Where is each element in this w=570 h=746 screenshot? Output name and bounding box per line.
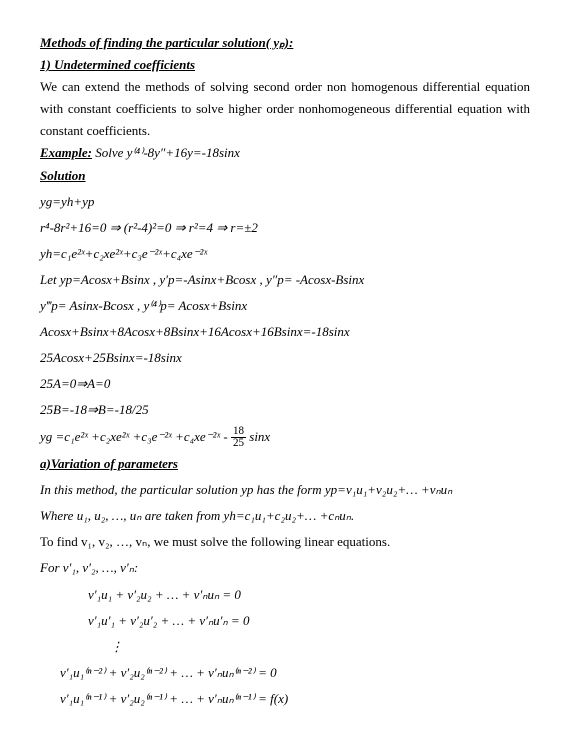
system-vdots: ⋮ xyxy=(110,636,530,658)
step-6: Acosx+Bsinx+8Acosx+8Bsinx+16Acosx+16Bsin… xyxy=(40,321,530,343)
section-1-title: 1) Undetermined coefficients xyxy=(40,54,530,76)
system-eq-1: v′₁u₁ + v′₂u₂ + … + v′ₙuₙ = 0 xyxy=(88,584,530,606)
step-10-lhs: yg =c₁e²ˣ +c₂xe²ˣ +c₃e⁻²ˣ +c₄xe⁻²ˣ - xyxy=(40,429,228,444)
example-line: Example: Solve y⁽⁴⁾-8y″+16y=-18sinx xyxy=(40,142,530,164)
var-para-2: Where u₁, u₂, …, uₙ are taken from yh=c₁… xyxy=(40,505,530,527)
step-3: yh=c₁e²ˣ+c₂xe²ˣ+c₃e⁻²ˣ+c₄xe⁻²ˣ xyxy=(40,243,530,265)
var-para-4: For v′₁, v′₂, …, v′ₙ: xyxy=(40,557,530,579)
system-eq-4: v′₁u₁⁽ⁿ⁻¹⁾ + v′₂u₂⁽ⁿ⁻¹⁾ + … + v′ₙuₙ⁽ⁿ⁻¹⁾… xyxy=(60,688,530,710)
fraction-18-25: 18 25 xyxy=(231,426,246,449)
step-8: 25A=0⇒A=0 xyxy=(40,373,530,395)
page-title: Methods of finding the particular soluti… xyxy=(40,32,530,54)
step-1: yg=yh+yp xyxy=(40,191,530,213)
fraction-den: 25 xyxy=(231,438,246,449)
step-10: yg =c₁e²ˣ +c₂xe²ˣ +c₃e⁻²ˣ +c₄xe⁻²ˣ - 18 … xyxy=(40,426,530,450)
step-4: Let yp=Acosx+Bsinx , y′p=-Asinx+Bcosx , … xyxy=(40,269,530,291)
section-2-title: a)Variation of parameters xyxy=(40,453,530,475)
system-eq-2: v′₁u′₁ + v′₂u′₂ + … + v′ₙu′ₙ = 0 xyxy=(88,610,530,632)
step-9: 25B=-18⇒B=-18/25 xyxy=(40,399,530,421)
var-para-1: In this method, the particular solution … xyxy=(40,479,530,501)
step-7: 25Acosx+25Bsinx=-18sinx xyxy=(40,347,530,369)
paragraph-intro: We can extend the methods of solving sec… xyxy=(40,76,530,142)
example-equation: Solve y⁽⁴⁾-8y″+16y=-18sinx xyxy=(95,145,240,160)
var-para-3: To find v₁, v₂, …, vₙ, we must solve the… xyxy=(40,531,530,553)
example-label: Example: xyxy=(40,145,92,160)
step-10-tail: sinx xyxy=(249,429,270,444)
step-5: y‴p= Asinx-Bcosx , y⁽⁴⁾p= Acosx+Bsinx xyxy=(40,295,530,317)
system-eq-3: v′₁u₁⁽ⁿ⁻²⁾ + v′₂u₂⁽ⁿ⁻²⁾ + … + v′ₙuₙ⁽ⁿ⁻²⁾… xyxy=(60,662,530,684)
step-2: r⁴-8r²+16=0 ⇒ (r²-4)²=0 ⇒ r²=4 ⇒ r=±2 xyxy=(40,217,530,239)
solution-label: Solution xyxy=(40,165,530,187)
